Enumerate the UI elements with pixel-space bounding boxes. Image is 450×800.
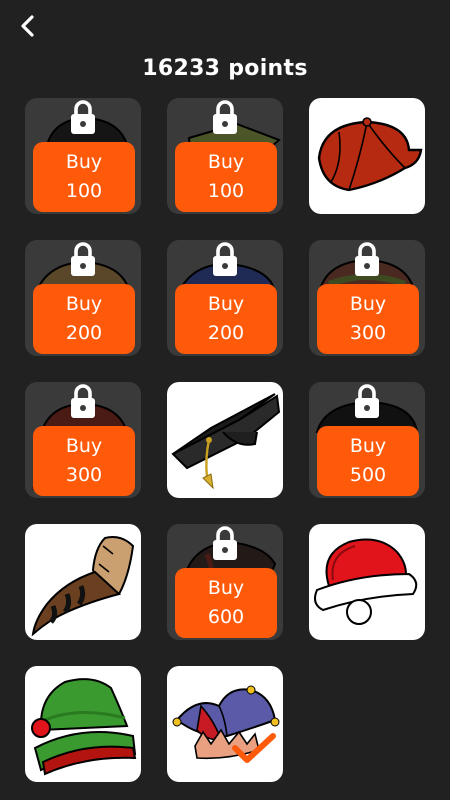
buy-label: Buy bbox=[65, 151, 103, 173]
buy-button[interactable]: Buy 100 bbox=[175, 142, 277, 212]
lock-icon bbox=[355, 384, 379, 418]
shop-item-red-newsboy-cap[interactable] bbox=[309, 98, 425, 214]
buy-button[interactable]: Buy 300 bbox=[33, 426, 135, 496]
lock-icon bbox=[213, 242, 237, 276]
price-label: 100 bbox=[207, 180, 245, 202]
buy-button[interactable]: Buy 500 bbox=[317, 426, 419, 496]
santa-hat-image bbox=[314, 538, 418, 625]
lock-icon bbox=[71, 100, 95, 134]
buy-label: Buy bbox=[65, 293, 103, 315]
buy-button[interactable]: Buy 200 bbox=[33, 284, 135, 354]
buy-button[interactable]: Buy 200 bbox=[175, 284, 277, 354]
price-label: 300 bbox=[349, 322, 387, 344]
shop-item-brown-cap[interactable]: Buy 200 bbox=[25, 240, 141, 356]
shop-item-red-beanie[interactable]: Buy 300 bbox=[25, 382, 141, 498]
shop-item-elf-hat[interactable] bbox=[25, 666, 141, 782]
red-newsboy-cap-image bbox=[317, 117, 423, 192]
shop-item-black-cap[interactable]: Buy 100 bbox=[25, 98, 141, 214]
buy-button[interactable]: Buy 100 bbox=[33, 142, 135, 212]
buy-label: Buy bbox=[207, 577, 245, 599]
shop-item-graduation-cap[interactable] bbox=[167, 382, 283, 498]
hat-shop-grid: Buy 100 Buy 100 Buy 200 Buy 200 Buy 300 … bbox=[0, 0, 450, 800]
buy-label: Buy bbox=[349, 293, 387, 315]
coonskin-hat-image bbox=[31, 536, 135, 637]
shop-item-santa-hat[interactable] bbox=[309, 524, 425, 640]
shop-item-jester-hat[interactable] bbox=[167, 666, 283, 782]
shop-item-navy-cap[interactable]: Buy 200 bbox=[167, 240, 283, 356]
checkmark-icon bbox=[232, 733, 276, 763]
shop-item-green-cap[interactable]: Buy 100 bbox=[167, 98, 283, 214]
elf-hat-image bbox=[31, 678, 137, 776]
lock-icon bbox=[71, 242, 95, 276]
lock-icon bbox=[213, 100, 237, 134]
buy-label: Buy bbox=[207, 151, 245, 173]
lock-icon bbox=[71, 384, 95, 418]
lock-icon bbox=[355, 242, 379, 276]
shop-item-coonskin-hat[interactable] bbox=[25, 524, 141, 640]
price-label: 300 bbox=[65, 464, 103, 486]
price-label: 200 bbox=[65, 322, 103, 344]
buy-button[interactable]: Buy 600 bbox=[175, 568, 277, 638]
lock-icon bbox=[213, 526, 237, 560]
buy-button[interactable]: Buy 300 bbox=[317, 284, 419, 354]
price-label: 200 bbox=[207, 322, 245, 344]
buy-label: Buy bbox=[65, 435, 103, 457]
shop-item-black-beanie[interactable]: Buy 500 bbox=[309, 382, 425, 498]
price-label: 500 bbox=[349, 464, 387, 486]
shop-item-dark-red-cap[interactable]: Buy 300 bbox=[309, 240, 425, 356]
graduation-cap-image bbox=[171, 393, 281, 490]
buy-label: Buy bbox=[207, 293, 245, 315]
shop-item-dark-hat[interactable]: Buy 600 bbox=[167, 524, 283, 640]
buy-label: Buy bbox=[349, 435, 387, 457]
price-label: 100 bbox=[65, 180, 103, 202]
price-label: 600 bbox=[207, 606, 245, 628]
